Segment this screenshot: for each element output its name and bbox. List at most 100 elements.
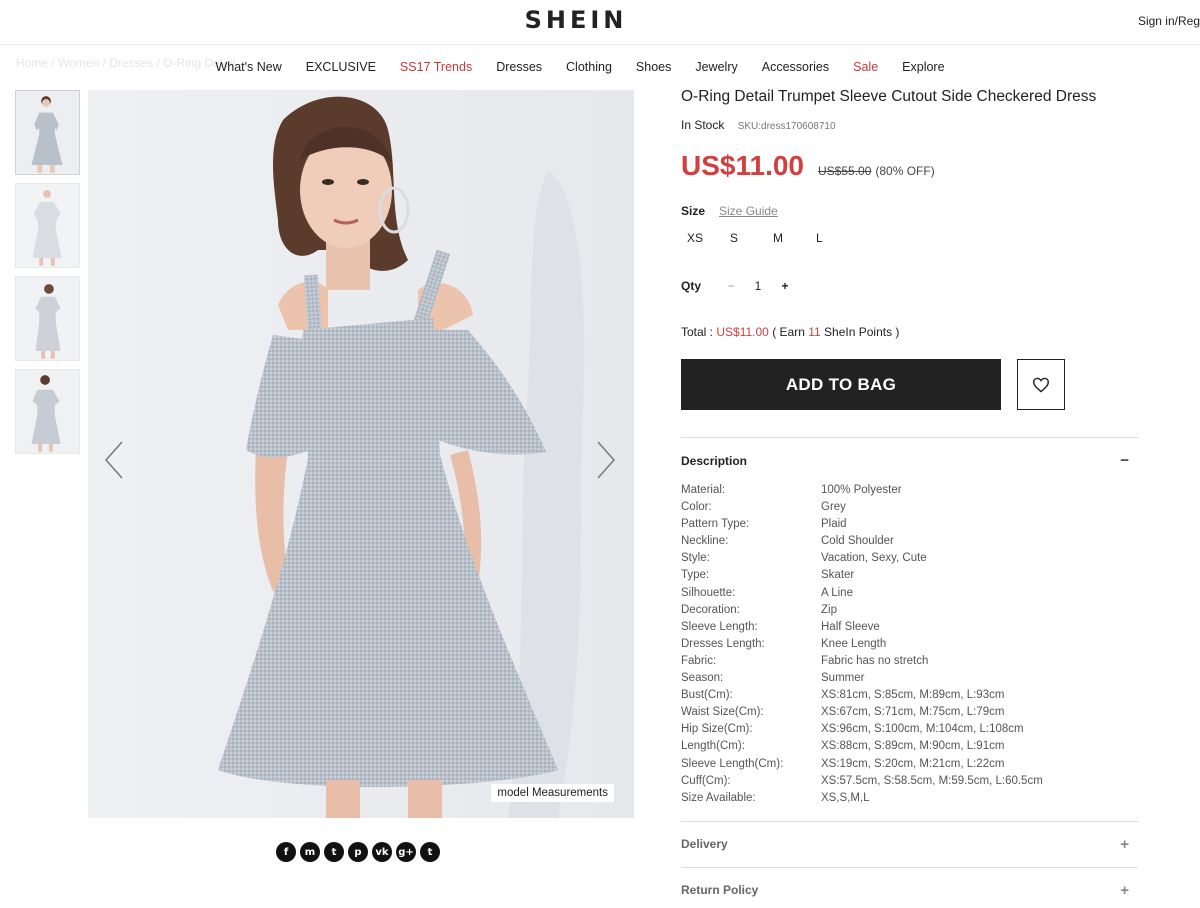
- divider: [681, 866, 1138, 868]
- spec-key: Pattern Type:: [681, 518, 750, 531]
- thumbnail-image: [16, 91, 79, 174]
- qty-decrease-button[interactable]: −: [721, 279, 741, 293]
- table-row: Dresses Length: Knee Length: [681, 638, 1139, 655]
- spec-value: Summer: [821, 672, 865, 685]
- spec-key: Fabric:: [681, 654, 717, 667]
- product-info-panel: O-Ring Detail Trumpet Sleeve Cutout Side…: [681, 88, 1139, 899]
- nav-item-exclusive[interactable]: EXCLUSIVE: [306, 60, 376, 74]
- google-plus-icon[interactable]: g+: [396, 842, 416, 862]
- thumbnail-image: [16, 184, 79, 267]
- spec-value: XS:81cm, S:85cm, M:89cm, L:93cm: [821, 689, 1005, 702]
- spec-key: Decoration:: [681, 603, 740, 616]
- qty-value[interactable]: 1: [741, 279, 775, 293]
- model-measurements-link[interactable]: model Measurements: [491, 784, 614, 802]
- size-option-l[interactable]: L: [810, 231, 853, 245]
- spec-value: XS,S,M,L: [821, 791, 870, 804]
- spec-value: A Line: [821, 586, 853, 599]
- spec-value: XS:19cm, S:20cm, M:21cm, L:22cm: [821, 757, 1005, 770]
- chevron-right-icon: [597, 441, 616, 479]
- pinterest-icon[interactable]: p: [348, 842, 368, 862]
- size-option-s[interactable]: S: [724, 231, 767, 245]
- wishlist-button[interactable]: [1017, 359, 1065, 410]
- table-row: Color: Grey: [681, 501, 1139, 518]
- original-price: US$55.00: [818, 164, 872, 178]
- spec-value: Fabric has no stretch: [821, 654, 929, 667]
- spec-key: Type:: [681, 569, 710, 582]
- table-row: Fabric: Fabric has no stretch: [681, 655, 1139, 672]
- return-policy-accordion-header[interactable]: Return Policy +: [681, 882, 1139, 899]
- spec-value: Knee Length: [821, 637, 887, 650]
- nav-item-ss17-trends[interactable]: SS17 Trends: [400, 60, 472, 74]
- table-row: Cuff(Cm): XS:57.5cm, S:58.5cm, M:59.5cm, …: [681, 775, 1139, 792]
- table-row: Sleeve Length: Half Sleeve: [681, 621, 1139, 638]
- earn-prefix: ( Earn: [772, 325, 805, 339]
- spec-key: Neckline:: [681, 535, 729, 548]
- add-to-bag-button[interactable]: ADD TO BAG: [681, 359, 1001, 410]
- heart-icon: [1032, 377, 1050, 393]
- table-row: Material: 100% Polyester: [681, 484, 1139, 501]
- next-image-arrow[interactable]: [590, 440, 620, 480]
- thumbnail-2[interactable]: [15, 183, 80, 268]
- header-divider: [0, 44, 1200, 45]
- collapse-icon: −: [1120, 452, 1129, 469]
- facebook-icon[interactable]: f: [276, 842, 296, 862]
- qty-increase-button[interactable]: +: [775, 279, 795, 293]
- table-row: Pattern Type: Plaid: [681, 518, 1139, 535]
- product-main-image[interactable]: model Measurements: [88, 90, 634, 818]
- table-row: Waist Size(Cm): XS:67cm, S:71cm, M:75cm, …: [681, 706, 1139, 723]
- expand-icon: +: [1120, 835, 1129, 853]
- vk-icon[interactable]: vk: [372, 842, 392, 862]
- table-row: Style: Vacation, Sexy, Cute: [681, 552, 1139, 569]
- quantity-stepper: Qty − 1 +: [681, 279, 1139, 293]
- thumbnail-3[interactable]: [15, 276, 80, 361]
- nav-item-dresses[interactable]: Dresses: [496, 60, 542, 74]
- nav-item-explore[interactable]: Explore: [902, 60, 944, 74]
- tumblr-icon[interactable]: t: [420, 842, 440, 862]
- table-row: Type: Skater: [681, 569, 1139, 586]
- previous-image-arrow[interactable]: [100, 440, 130, 480]
- size-guide-link[interactable]: Size Guide: [719, 204, 778, 218]
- nav-item-whats-new[interactable]: What's New: [215, 60, 281, 74]
- delivery-accordion-header[interactable]: Delivery +: [681, 836, 1139, 853]
- sku-text: SKU:dress170608710: [737, 121, 836, 132]
- size-option-xs[interactable]: XS: [681, 231, 724, 245]
- stock-status: In Stock: [681, 118, 725, 132]
- size-label: Size: [681, 204, 706, 218]
- spec-value: XS:57.5cm, S:58.5cm, M:59.5cm, L:60.5cm: [821, 774, 1043, 787]
- earn-suffix: SheIn Points ): [824, 325, 900, 339]
- spec-key: Material:: [681, 484, 726, 496]
- spec-key: Length(Cm):: [681, 740, 745, 753]
- purchase-actions: ADD TO BAG: [681, 359, 1139, 410]
- current-price: US$11.00: [681, 150, 804, 181]
- spec-key: Hip Size(Cm):: [681, 723, 753, 736]
- size-option-m[interactable]: M: [767, 231, 810, 245]
- spec-key: Cuff(Cm):: [681, 774, 731, 787]
- size-options: XS S M L: [681, 231, 1139, 245]
- stock-line: In Stock SKU:dress170608710: [681, 118, 1139, 132]
- nav-item-jewelry[interactable]: Jewelry: [695, 60, 737, 74]
- table-row: Neckline: Cold Shoulder: [681, 535, 1139, 552]
- spec-value: Grey: [821, 501, 846, 514]
- spec-key: Color:: [681, 501, 712, 514]
- sign-in-link[interactable]: Sign in/Reg: [1138, 14, 1200, 28]
- twitter-icon[interactable]: t: [324, 842, 344, 862]
- spec-key: Waist Size(Cm):: [681, 706, 764, 719]
- size-header: Size Size Guide: [681, 204, 1139, 218]
- thumbnail-list: [15, 90, 80, 462]
- shein-logo[interactable]: SHEIN: [0, 6, 1152, 34]
- spec-key: Silhouette:: [681, 586, 736, 599]
- expand-icon: +: [1120, 881, 1129, 899]
- nav-item-sale[interactable]: Sale: [853, 60, 878, 74]
- description-table: Material: 100% Polyester Color: Grey Patte…: [681, 484, 1139, 809]
- nav-item-shoes[interactable]: Shoes: [636, 60, 671, 74]
- main-nav: What's New EXCLUSIVE SS17 Trends Dresses…: [0, 60, 1160, 74]
- description-accordion-header[interactable]: Description −: [681, 452, 1139, 469]
- nav-item-accessories[interactable]: Accessories: [762, 60, 829, 74]
- spec-key: Season:: [681, 672, 724, 685]
- spec-value: Zip: [821, 603, 837, 616]
- thumbnail-1[interactable]: [15, 90, 80, 175]
- nav-item-clothing[interactable]: Clothing: [566, 60, 612, 74]
- social-share-bar: f m t p vk g+ t: [276, 842, 440, 862]
- thumbnail-4[interactable]: [15, 369, 80, 454]
- messenger-icon[interactable]: m: [300, 842, 320, 862]
